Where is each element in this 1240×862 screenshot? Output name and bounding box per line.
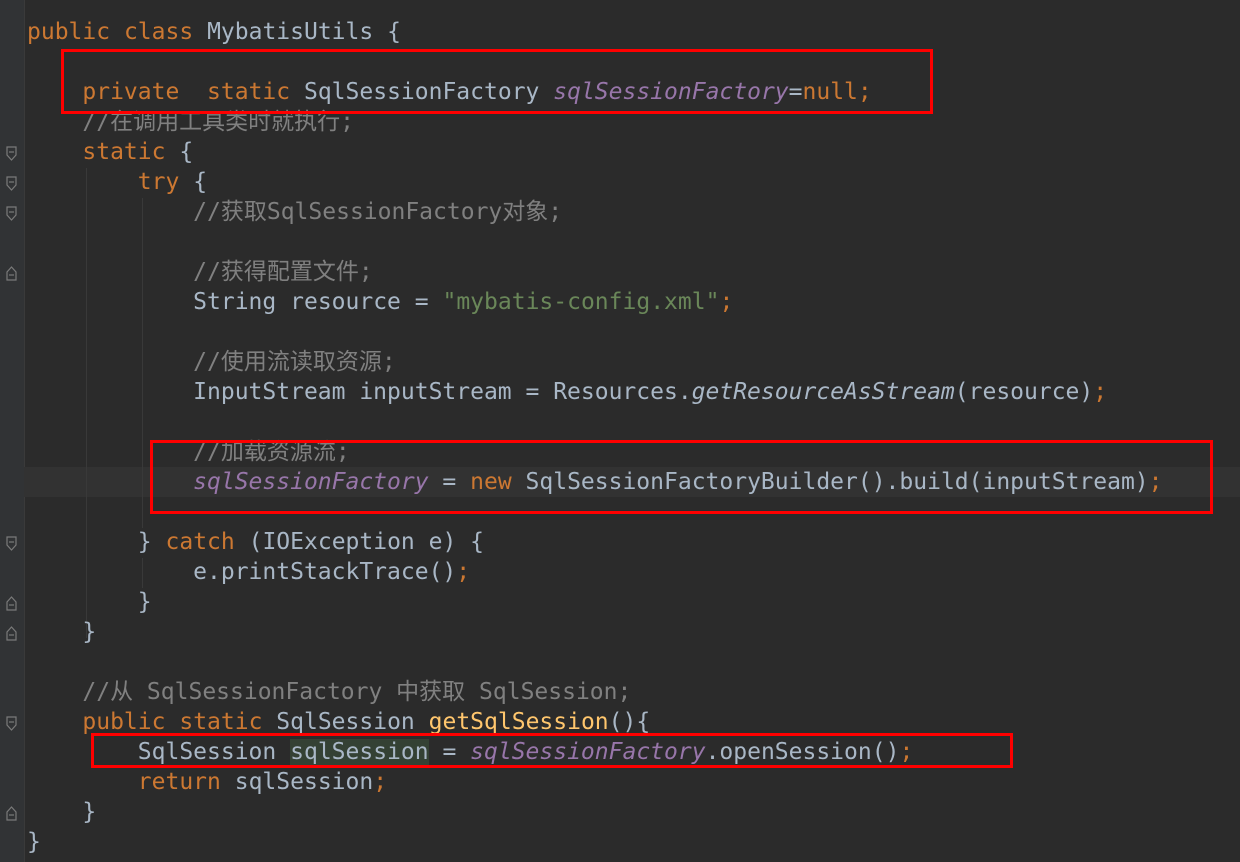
keyword: static [179, 709, 263, 735]
code-line-10[interactable]: String resource = "mybatis-config.xml"; [27, 287, 733, 317]
fold-end-icon[interactable] [6, 596, 17, 611]
string-literal: "mybatis-config.xml" [442, 289, 720, 315]
fold-end-icon[interactable] [6, 266, 17, 281]
code-line-21[interactable]: } [27, 617, 96, 647]
brace: } [27, 829, 41, 855]
fold-icon[interactable] [6, 716, 17, 731]
type-name: SqlSession [276, 709, 415, 735]
brace: { [193, 169, 208, 195]
semicolon: ; [1093, 379, 1108, 405]
code-line-23[interactable]: //从 SqlSessionFactory 中获取 SqlSession; [27, 677, 631, 707]
code-text: (){ [608, 709, 651, 735]
method-name: getSqlSession [428, 709, 609, 735]
code-line-26[interactable]: return sqlSession; [27, 767, 387, 797]
code-line-27[interactable]: } [27, 797, 96, 827]
comment: //使用流读取资源; [193, 349, 396, 375]
code-line-5[interactable]: static { [27, 137, 193, 167]
operator: = [414, 289, 429, 315]
comment: //从 SqlSessionFactory 中获取 SqlSession; [82, 679, 632, 705]
fold-end-icon[interactable] [6, 626, 17, 641]
fold-icon[interactable] [6, 206, 17, 221]
type-name: String [193, 289, 277, 315]
annotation-box-open-session [91, 733, 1013, 768]
brace: { [387, 19, 401, 45]
comment: //获得配置文件; [193, 259, 373, 285]
keyword: public [82, 709, 166, 735]
code-line-6[interactable]: try { [27, 167, 207, 197]
fold-icon[interactable] [6, 146, 17, 161]
annotation-box-factory-build [150, 440, 1213, 514]
code-editor[interactable]: public class MybatisUtils { private stat… [0, 0, 1240, 862]
code-line-20[interactable]: } [27, 587, 152, 617]
code-line-9[interactable]: //获得配置文件; [27, 257, 373, 287]
code-line-19[interactable]: e.printStackTrace(); [27, 557, 470, 587]
brace: } [137, 589, 152, 615]
fold-icon[interactable] [6, 176, 17, 191]
keyword: catch [165, 529, 235, 555]
comment: //获取SqlSessionFactory对象; [193, 199, 563, 225]
brace: } [82, 799, 97, 825]
keyword: return [137, 769, 221, 795]
fold-end-icon[interactable] [6, 806, 17, 821]
variable: sqlSession [234, 769, 374, 795]
semicolon: ; [456, 559, 471, 585]
brace: } [82, 619, 97, 645]
code-line-13[interactable]: InputStream inputStream = Resources.getR… [27, 377, 1107, 407]
editor-gutter [0, 0, 25, 862]
code-text: InputStream inputStream = Resources. [193, 379, 692, 405]
code-line-7[interactable]: //获取SqlSessionFactory对象; [27, 197, 562, 227]
variable: resource [290, 289, 401, 315]
semicolon: ; [719, 289, 734, 315]
brace: } [137, 529, 152, 555]
code-line-28[interactable]: } [27, 827, 41, 857]
brace: { [179, 139, 194, 165]
code-text: (resource) [954, 379, 1094, 405]
code-line-18[interactable]: } catch (IOException e) { [27, 527, 484, 557]
keyword: static [82, 139, 166, 165]
code-line-1[interactable]: public class MybatisUtils { [27, 17, 401, 47]
class-name: MybatisUtils [207, 19, 374, 45]
keyword: try [137, 169, 180, 195]
keyword: class [123, 19, 194, 45]
semicolon: ; [373, 769, 388, 795]
fold-icon[interactable] [6, 536, 17, 551]
annotation-box-field-declaration [61, 49, 933, 114]
code-text: e.printStackTrace() [193, 559, 457, 585]
keyword: public [27, 19, 111, 45]
code-line-12[interactable]: //使用流读取资源; [27, 347, 396, 377]
static-method: getResourceAsStream [691, 379, 955, 405]
code-text: (IOException e) { [248, 529, 485, 555]
